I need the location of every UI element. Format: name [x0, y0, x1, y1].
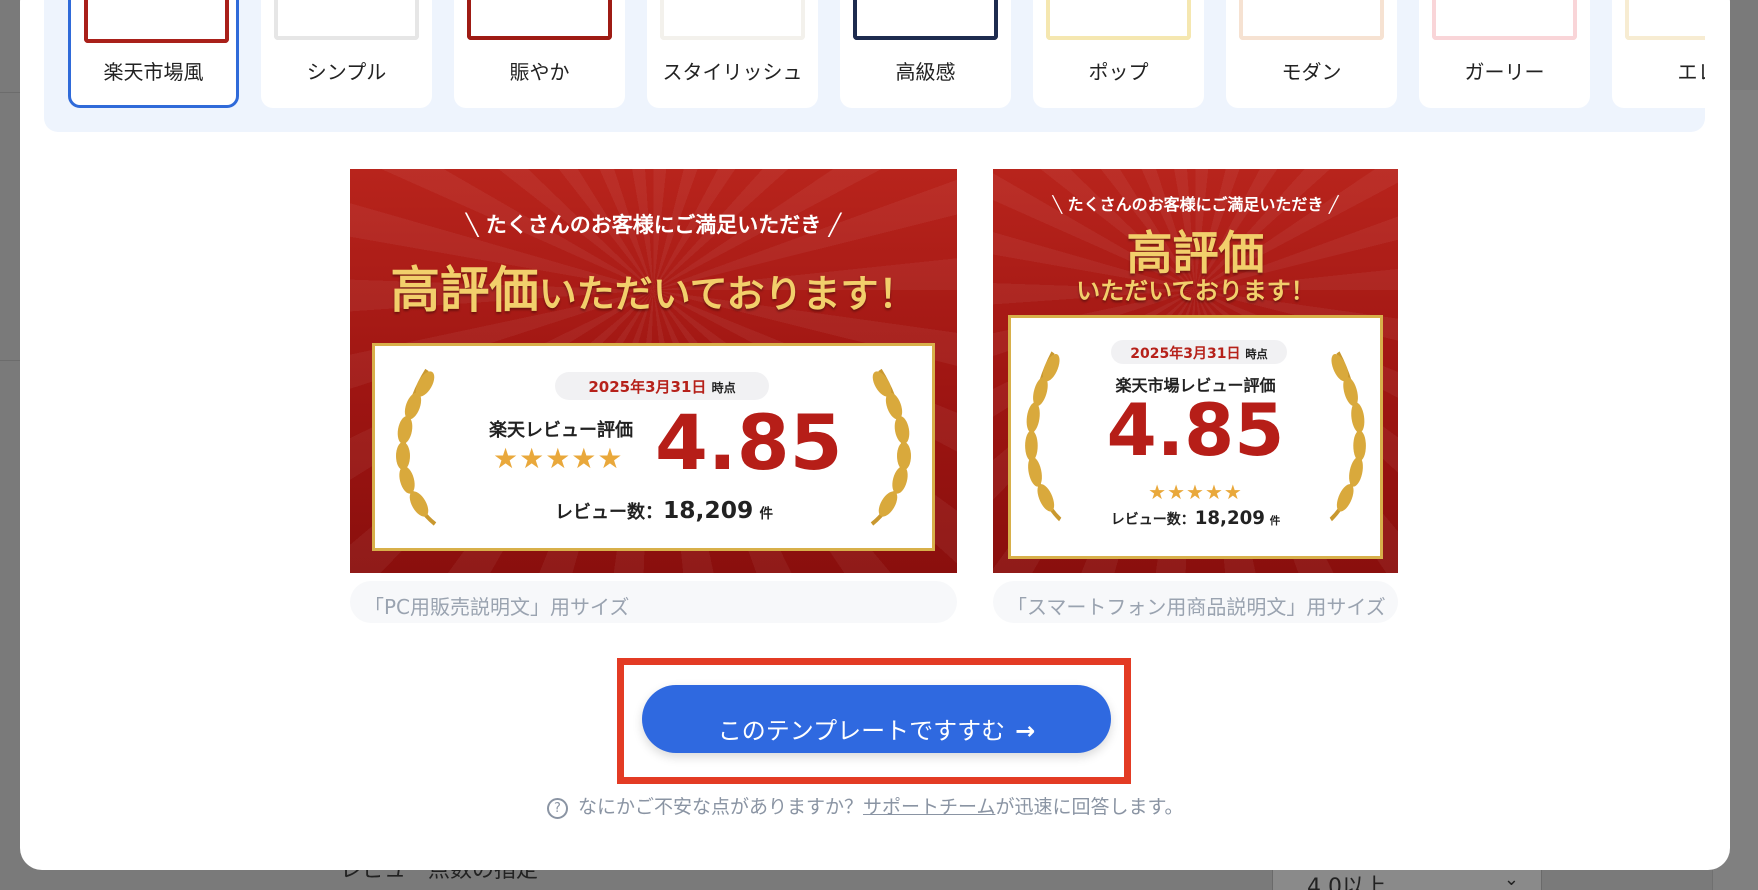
pc-size-label: 「PC用販売説明文」用サイズ [350, 581, 957, 623]
template-label: 賑やか [509, 60, 570, 84]
arrow-right-icon: → [1015, 716, 1036, 745]
divider [0, 360, 20, 361]
template-label: ガーリー [1464, 60, 1545, 84]
template-card[interactable]: 高級感 [840, 0, 1011, 108]
rating-stars: ★★★★★ [1148, 480, 1243, 504]
template-thumbnail [1432, 0, 1577, 40]
sp-size-label: 「スマートフォン用商品説明文」用サイズ [993, 581, 1398, 623]
help-text-after: が迅速に回答します。 [995, 796, 1184, 818]
proceed-button-label: このテンプレートですすむ [717, 716, 1006, 745]
rating-card: 2025年3月31日 時点 楽天市場レビュー評価 4.85 ★★★★★ レビュー… [1008, 315, 1383, 559]
template-card[interactable]: モダン [1226, 0, 1397, 108]
rating-score: 4.85 [655, 398, 843, 487]
review-score-select-value: 4.0以上 [1307, 875, 1386, 890]
template-thumbnail [1625, 0, 1705, 40]
support-team-link[interactable]: サポートチーム [863, 796, 995, 818]
divider [0, 92, 20, 93]
review-label: 楽天レビュー評価 [489, 420, 633, 441]
laurel-right-icon [870, 368, 911, 526]
rating-card: 2025年3月31日 時点 楽天レビュー評価 ★★★★★ 4.85 レビュー数：… [372, 343, 935, 551]
template-thumbnail [1239, 0, 1384, 40]
help-icon: ? [547, 798, 568, 819]
template-card[interactable]: 楽天市場風 [68, 0, 239, 108]
banner-subtitle: ╲ たくさんのお客様にご満足いただき ╱ [465, 213, 842, 237]
template-label: シンプル [306, 60, 387, 84]
template-thumbnail [853, 0, 998, 40]
banner-headline: いただいております！ [1076, 277, 1315, 305]
template-label: エレ [1677, 60, 1706, 84]
template-thumbnail [1046, 0, 1191, 40]
template-card[interactable]: エレ [1612, 0, 1705, 108]
template-thumbnail [467, 0, 612, 40]
banner-headline: 高評価いただいております！ [390, 261, 917, 319]
rating-stars: ★★★★★ [493, 442, 624, 475]
review-count: レビュー数：18,209 件 [1110, 508, 1281, 529]
template-modal: 楽天市場風 シンプル 賑やか スタイリッシュ 高級感 ポップ モダン ガーリー エレ ╲ たくさ… [20, 0, 1730, 870]
banner-subtitle: ╲ たくさんのお客様にご満足いただき ╱ [1052, 195, 1339, 214]
review-count: レビュー数：18,209 件 [555, 496, 774, 524]
laurel-left-icon [396, 368, 437, 526]
help-text: ? なにかご不安な点がありますか？サポートチームが迅速に回答します。 [547, 792, 1184, 819]
template-label: 楽天市場風 [103, 60, 204, 84]
sp-banner-preview: ╲ たくさんのお客様にご満足いただき ╱ 高評価 いただいております！ 2025… [993, 169, 1398, 573]
template-label: スタイリッシュ [662, 60, 803, 84]
template-label: ポップ [1088, 60, 1149, 84]
template-card[interactable]: ガーリー [1419, 0, 1590, 108]
template-thumbnail [84, 0, 229, 43]
help-text-before: なにかご不安な点がありますか？ [578, 796, 864, 818]
template-card[interactable]: 賑やか [454, 0, 625, 108]
template-card[interactable]: ポップ [1033, 0, 1204, 108]
template-thumbnail [274, 0, 419, 40]
template-thumbnail [660, 0, 805, 40]
template-card[interactable]: スタイリッシュ [647, 0, 818, 108]
date-badge: 2025年3月31日 時点 [1111, 340, 1287, 364]
rating-score: 4.85 [1106, 388, 1285, 472]
pc-banner-preview: ╲ たくさんのお客様にご満足いただき ╱ 高評価いただいております！ 2025年… [350, 169, 957, 573]
date-badge: 2025年3月31日 時点 [555, 372, 769, 400]
proceed-with-template-button[interactable]: このテンプレートですすむ → [642, 685, 1111, 753]
template-label: モダン [1281, 60, 1342, 84]
template-label: 高級感 [895, 60, 956, 84]
chevron-down-icon: ⌄ [1503, 869, 1519, 890]
template-selector: 楽天市場風 シンプル 賑やか スタイリッシュ 高級感 ポップ モダン ガーリー エレ [44, 0, 1705, 132]
template-card[interactable]: シンプル [261, 0, 432, 108]
